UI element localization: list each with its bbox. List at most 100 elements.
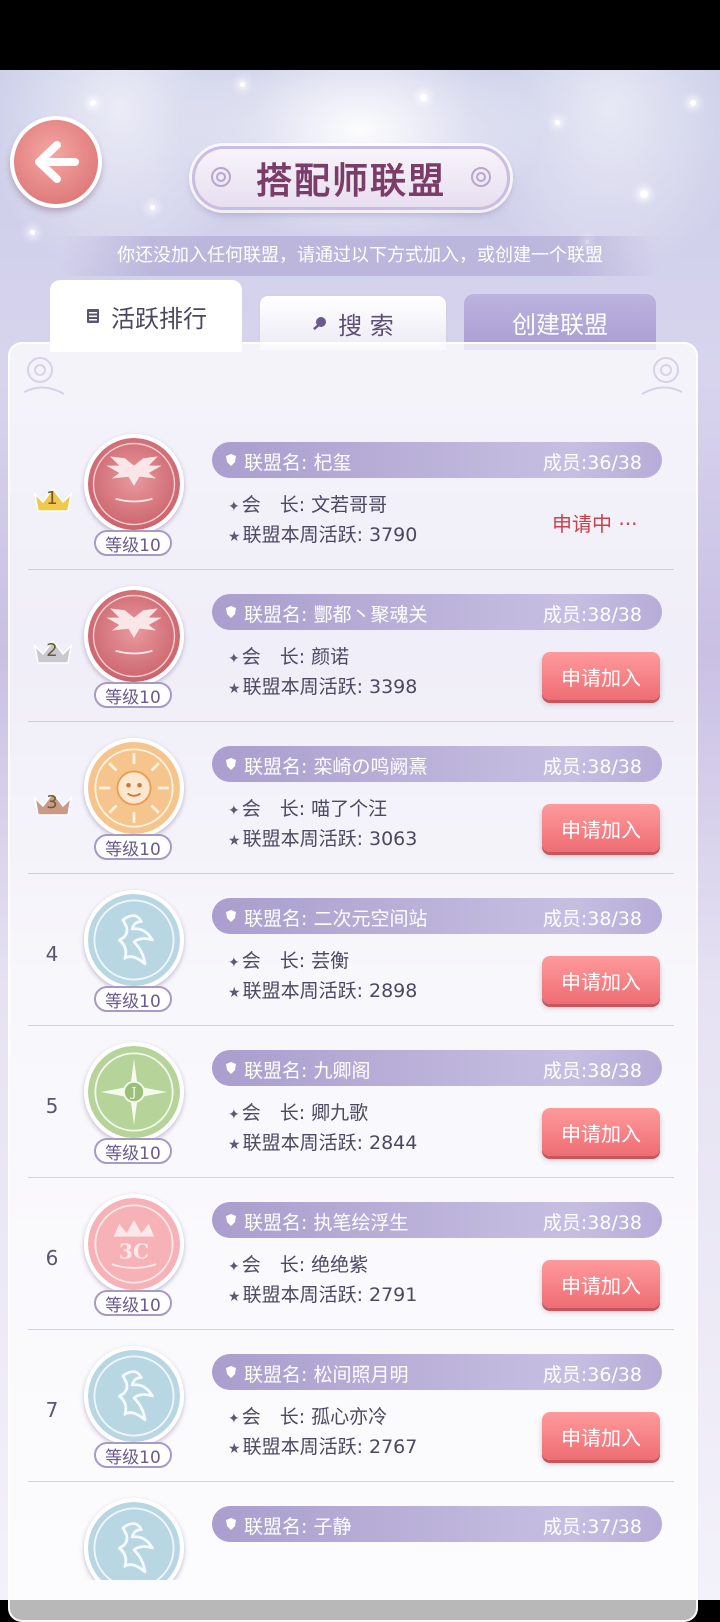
activity-text: 联盟本周活跃: 3398	[242, 676, 418, 698]
alliance-row[interactable]: 7 等级10 联盟名: 松间照月明 成员:36/38 ✦ 会 长: 孤心亦冷 ★ 联…	[28, 1330, 674, 1482]
back-button[interactable]	[10, 116, 102, 208]
apply-join-button[interactable]: 申请加入	[542, 1260, 660, 1308]
activity-text: 联盟本周活跃: 2844	[242, 1132, 418, 1154]
level-badge: 等级10	[94, 530, 172, 556]
level-badge: 等级10	[94, 834, 172, 860]
alliance-row[interactable]: 3 等级10 联盟名: 栾崎の鸣阙熹 成员:38/38 ✦ 会 长: 喵了个汪 ★…	[28, 722, 674, 874]
activity-line: ★ 联盟本周活跃: 2791	[228, 1280, 417, 1307]
member-count: 成员:38/38	[542, 1060, 642, 1082]
svg-text:3C: 3C	[119, 1240, 149, 1264]
rank-badge: 6	[32, 1238, 72, 1278]
shield-icon	[226, 758, 236, 770]
list-icon	[87, 309, 99, 323]
leader-line: ✦ 会 长: 文若哥哥	[228, 490, 387, 517]
green-compass-emblem[interactable]: J	[84, 1042, 184, 1142]
level-badge: 等级10	[94, 986, 172, 1012]
leader-text: 会 长: 芸衡	[241, 950, 350, 972]
rank-number: 6	[45, 1246, 59, 1270]
tab-create-label: 创建联盟	[512, 310, 608, 339]
alliance-name-bar: 联盟名: 二次元空间站 成员:38/38	[212, 898, 662, 934]
alliance-name: 联盟名: 执笔绘浮生	[244, 1212, 409, 1234]
alliance-name: 联盟名: 栾崎の鸣阙熹	[244, 756, 428, 778]
leader-line: ✦ 会 长: 芸衡	[228, 946, 349, 973]
star-icon: ★	[228, 833, 241, 849]
member-count: 成员:37/38	[542, 1516, 642, 1538]
alliance-name-bar: 联盟名: 执笔绘浮生 成员:38/38	[212, 1202, 662, 1238]
level-badge: 等级10	[94, 1290, 172, 1316]
leader-line: ✦ 会 长: 绝绝紫	[228, 1250, 368, 1277]
title-banner: 搭配师联盟	[192, 146, 510, 210]
alliance-list[interactable]: 1 等级10 联盟名: 杞玺 成员:36/38 ✦ 会 长: 文若哥哥 ★ 联盟本周…	[28, 418, 674, 1580]
activity-text: 联盟本周活跃: 3063	[242, 828, 418, 850]
pink-wing-emblem[interactable]	[84, 586, 184, 686]
back-arrow-icon	[35, 141, 79, 183]
shield-icon	[226, 910, 236, 922]
activity-text: 联盟本周活跃: 3790	[242, 524, 418, 546]
shield-icon	[226, 1366, 236, 1378]
blue-phoenix-emblem[interactable]	[84, 890, 184, 990]
alliance-row[interactable]: 6 3C 等级10 联盟名: 执笔绘浮生 成员:38/38 ✦ 会 长: 绝绝紫 …	[28, 1178, 674, 1330]
sparkle-icon: ✦	[228, 499, 240, 515]
rank-number: 4	[45, 942, 59, 966]
star-icon: ★	[228, 1441, 241, 1457]
level-badge: 等级10	[94, 1138, 172, 1164]
alliance-row[interactable]: 5 J 等级10 联盟名: 九卿阁 成员:38/38 ✦ 会 长: 卿九歌 ★ 联盟…	[28, 1026, 674, 1178]
rank-badge: 1	[32, 478, 73, 518]
member-count: 成员:38/38	[542, 1212, 642, 1234]
activity-line: ★ 联盟本周活跃: 3063	[228, 824, 417, 851]
star-icon: ★	[228, 1137, 241, 1153]
star-icon: ★	[228, 681, 241, 697]
member-count: 成员:38/38	[542, 908, 642, 930]
orange-sun-emblem[interactable]	[84, 738, 184, 838]
leader-text: 会 长: 文若哥哥	[241, 494, 388, 516]
tab-ranking-label: 活跃排行	[111, 304, 207, 333]
shield-icon	[226, 1214, 236, 1226]
sparkle-icon: ✦	[228, 1107, 240, 1123]
search-icon	[313, 317, 327, 331]
blue-phoenix-emblem[interactable]	[84, 1346, 184, 1446]
alliance-name-bar: 联盟名: 杞玺 成员:36/38	[212, 442, 662, 478]
rank-number: 1	[46, 487, 58, 509]
star-icon: ★	[228, 985, 241, 1001]
alliance-row[interactable]: 2 等级10 联盟名: 酆都丶聚魂关 成员:38/38 ✦ 会 长: 颜诺 ★ 联盟…	[28, 570, 674, 722]
blue-phoenix-emblem[interactable]	[84, 1498, 184, 1580]
member-count: 成员:38/38	[542, 604, 642, 626]
rose-ornament-icon	[211, 167, 231, 187]
rank-number: 3	[46, 791, 58, 813]
page-title: 搭配师联盟	[255, 160, 446, 202]
alliance-name: 联盟名: 二次元空间站	[244, 908, 428, 930]
rank-badge: 4	[32, 934, 72, 974]
shield-icon	[226, 1062, 236, 1074]
level-badge: 等级10	[94, 1442, 172, 1468]
alliance-name: 联盟名: 杞玺	[244, 452, 352, 474]
apply-join-button[interactable]: 申请加入	[542, 956, 660, 1004]
alliance-name-bar: 联盟名: 酆都丶聚魂关 成员:38/38	[212, 594, 662, 630]
status-bar	[0, 0, 720, 70]
apply-join-button[interactable]: 申请加入	[542, 1108, 660, 1156]
member-count: 成员:36/38	[542, 1364, 642, 1386]
star-icon: ★	[228, 1289, 241, 1305]
shield-icon	[226, 454, 236, 466]
sparkle-icon: ✦	[228, 1411, 240, 1427]
pink-wing-emblem[interactable]	[84, 434, 184, 534]
pink-crown-emblem[interactable]: 3C	[84, 1194, 184, 1294]
apply-join-button[interactable]: 申请加入	[542, 804, 660, 852]
apply-join-button[interactable]: 申请加入	[542, 1412, 660, 1460]
rank-badge: 3	[32, 782, 73, 822]
activity-text: 联盟本周活跃: 2767	[242, 1436, 418, 1458]
leader-line: ✦ 会 长: 孤心亦冷	[228, 1402, 387, 1429]
shield-icon	[226, 1518, 236, 1530]
alliance-row[interactable]: 1 等级10 联盟名: 杞玺 成员:36/38 ✦ 会 长: 文若哥哥 ★ 联盟本周…	[28, 418, 674, 570]
activity-line: ★ 联盟本周活跃: 3790	[228, 520, 417, 547]
alliance-row[interactable]: 联盟名: 子静 成员:37/38	[28, 1482, 674, 1580]
rank-number: 7	[45, 1398, 59, 1422]
sparkle-icon: ✦	[228, 955, 240, 971]
apply-join-button[interactable]: 申请加入	[542, 652, 660, 700]
activity-line: ★ 联盟本周活跃: 2844	[228, 1128, 417, 1155]
rose-ornament-icon	[23, 357, 65, 395]
alliance-name: 联盟名: 松间照月明	[244, 1364, 409, 1386]
member-count: 成员:38/38	[542, 756, 642, 778]
alliance-row[interactable]: 4 等级10 联盟名: 二次元空间站 成员:38/38 ✦ 会 长: 芸衡 ★ 联盟…	[28, 874, 674, 1026]
rose-ornament-icon	[471, 167, 491, 187]
rank-number: 5	[45, 1094, 59, 1118]
